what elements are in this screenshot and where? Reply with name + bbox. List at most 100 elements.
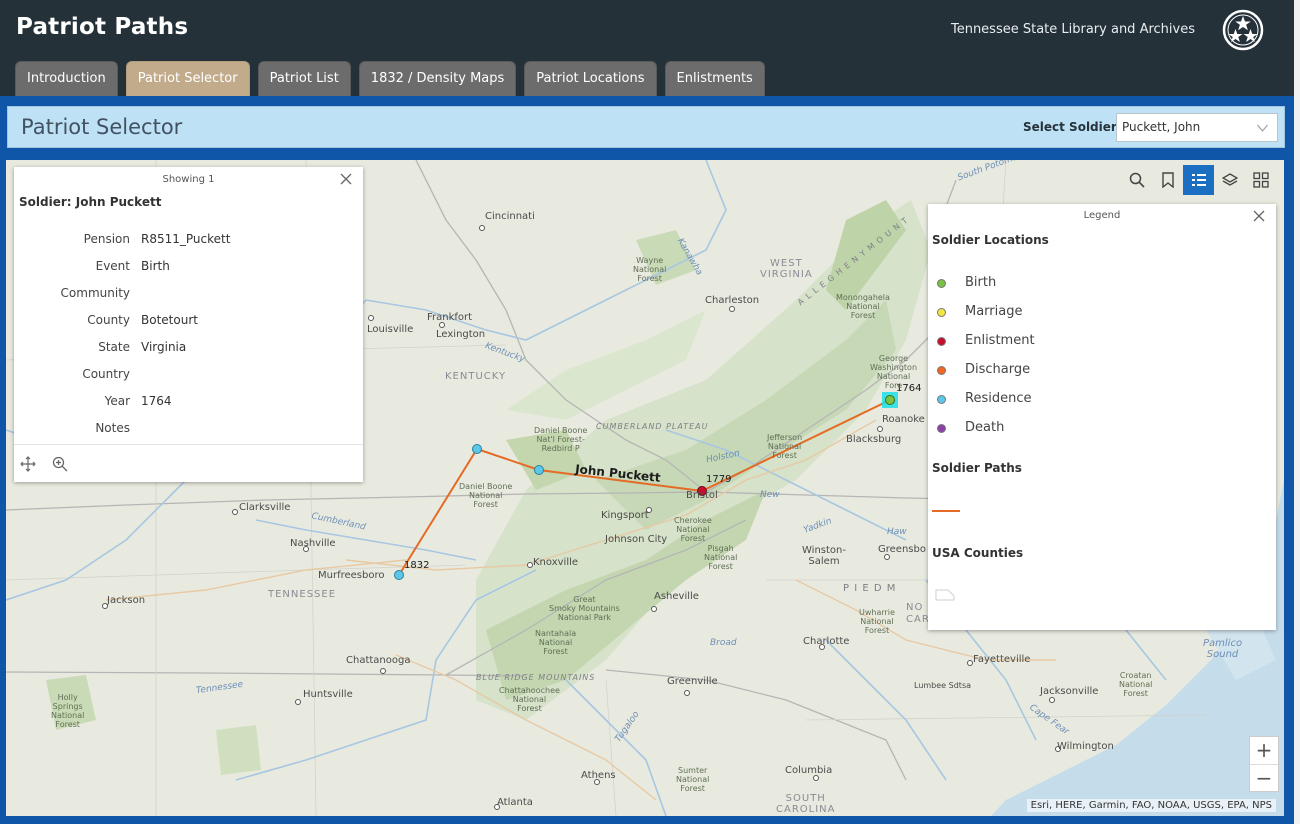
- popup-header: Showing 1: [14, 167, 363, 192]
- tennessee-stars-logo-icon[interactable]: [1222, 9, 1264, 51]
- park-label: Cherokee National Forest: [674, 516, 712, 543]
- city-label: Columbia: [785, 765, 833, 776]
- popup-count: Showing 1: [162, 174, 215, 185]
- tab-enlistments[interactable]: Enlistments: [664, 61, 765, 96]
- legend-dot-icon: [937, 395, 946, 404]
- zoom-to-icon[interactable]: [52, 456, 68, 472]
- park-label: Uwharrie National Forest: [859, 608, 895, 635]
- legend-path-swatch: [932, 510, 960, 512]
- zoom-out-button[interactable]: −: [1250, 764, 1278, 791]
- legend-dot-icon: [937, 279, 946, 288]
- city-label: Asheville: [654, 591, 699, 602]
- region-label: CUMBERLAND PLATEAU: [596, 422, 709, 431]
- close-icon[interactable]: [1253, 210, 1265, 222]
- map-toolbar: [1121, 165, 1276, 195]
- legend-button[interactable]: [1183, 165, 1214, 195]
- county-swatch-icon: [935, 589, 955, 601]
- tab-introduction[interactable]: Introduction: [15, 61, 118, 96]
- soldier-select[interactable]: Puckett, John: [1116, 113, 1278, 142]
- state-label: SOUTH CAROLINA: [776, 793, 836, 815]
- city-marker: [479, 225, 485, 231]
- popup-footer: [14, 444, 363, 482]
- city-marker: [232, 509, 238, 515]
- popup-field-value: Birth: [141, 259, 170, 273]
- popup-field-value: Virginia: [141, 340, 187, 354]
- park-label: Great Smoky Mountains National Park: [549, 595, 620, 622]
- popup-field-key: Year: [104, 394, 130, 408]
- popup-field-key: Community: [60, 286, 130, 300]
- legend-item-label: Death: [965, 420, 1005, 435]
- layers-icon: [1221, 173, 1238, 186]
- window-edge: [1294, 0, 1300, 824]
- legend-dot-icon: [937, 424, 946, 433]
- popup-field-key: State: [98, 340, 130, 354]
- legend-item-label: Enlistment: [965, 333, 1035, 348]
- water-label: Pamlico Sound: [1203, 638, 1243, 660]
- legend-item-label: Marriage: [965, 304, 1023, 319]
- popup-field-key: Pension: [83, 232, 130, 246]
- city-label: Huntsville: [303, 689, 353, 700]
- park-label: Daniel Boone National Forest: [459, 482, 513, 509]
- legend-section-locations: Soldier Locations: [932, 233, 1049, 247]
- tab-patriot-list[interactable]: Patriot List: [257, 61, 351, 96]
- org-name[interactable]: Tennessee State Library and Archives: [951, 22, 1195, 37]
- app-header: Patriot Paths Tennessee State Library an…: [0, 0, 1300, 96]
- park-label: Sumter National Forest: [676, 766, 710, 793]
- park-label: Croatan National Forest: [1119, 671, 1153, 698]
- park-label: Holly Springs National Forest: [51, 693, 85, 729]
- city-marker: [368, 315, 374, 321]
- zoom-control: + −: [1249, 736, 1279, 792]
- city-marker: [684, 690, 690, 696]
- legend-list-icon: [1191, 174, 1206, 186]
- park-label: Wayne National Forest: [633, 256, 667, 283]
- popup-field-value: R8511_Puckett: [141, 232, 231, 246]
- legend-item-label: Residence: [965, 391, 1032, 406]
- tab-patriot-selector[interactable]: Patriot Selector: [125, 61, 250, 96]
- state-label: NO CAR: [906, 602, 930, 625]
- popup-field-key: Event: [95, 259, 130, 273]
- legend-section-counties: USA Counties: [932, 546, 1024, 560]
- city-label: Greenville: [667, 676, 718, 687]
- city-marker: [651, 606, 657, 612]
- city-label: Knoxville: [533, 557, 579, 568]
- soldier-select-value: Puckett, John: [1122, 120, 1201, 134]
- grid-icon: [1252, 172, 1269, 188]
- feature-popup: Showing 1 Soldier: John Puckett Pension R…: [14, 167, 363, 482]
- city-label: Johnson City: [605, 534, 668, 545]
- legend-item-label: Discharge: [965, 362, 1031, 377]
- close-icon[interactable]: [340, 173, 352, 185]
- app-title: Patriot Paths: [16, 14, 189, 40]
- legend-panel: Legend Soldier Locations Birth Marriage En…: [928, 204, 1276, 630]
- park-label: Chattahoochee National Forest: [499, 686, 560, 713]
- city-label: Chattanooga: [346, 655, 411, 666]
- move-icon[interactable]: [20, 456, 36, 472]
- legend-item-label: Birth: [965, 275, 997, 290]
- legend-dot-icon: [937, 308, 946, 317]
- park-label: Nantahala National Forest: [535, 629, 577, 656]
- city-label: Charlotte: [803, 636, 850, 647]
- layers-button[interactable]: [1214, 165, 1245, 195]
- city-label: Bristol: [686, 490, 718, 501]
- legend-title: Legend: [1083, 210, 1121, 221]
- state-label: TENNESSEE: [268, 589, 337, 600]
- basemap-gallery-button[interactable]: [1245, 165, 1276, 195]
- park-label: Monongahela National Forest: [836, 293, 890, 320]
- bookmark-icon: [1161, 172, 1174, 188]
- zoom-in-button[interactable]: +: [1250, 737, 1278, 764]
- map-attribution[interactable]: Esri, HERE, Garmin, FAO, NOAA, USGS, EPA…: [1026, 799, 1276, 812]
- bookmark-button[interactable]: [1152, 165, 1183, 195]
- river-label: Broad: [710, 638, 737, 648]
- popup-field-value: 1764: [141, 394, 172, 408]
- city-marker: [877, 426, 883, 432]
- tab-1832-density-maps[interactable]: 1832 / Density Maps: [358, 61, 517, 96]
- city-label: Kingsport: [601, 510, 649, 521]
- tab-patriot-locations[interactable]: Patriot Locations: [524, 61, 657, 96]
- city-marker: [380, 668, 386, 674]
- page-title-bar: Patriot Selector Select Soldier: Puckett…: [7, 106, 1285, 148]
- city-label: Greensbo: [878, 544, 926, 555]
- map-view[interactable]: John Puckett 1764 1779 1832 Cincinnati L…: [6, 160, 1284, 816]
- search-button[interactable]: [1121, 165, 1152, 195]
- city-marker: [295, 699, 301, 705]
- state-label: WEST VIRGINIA: [760, 258, 813, 280]
- park-label: Pisgah National Forest: [704, 544, 738, 571]
